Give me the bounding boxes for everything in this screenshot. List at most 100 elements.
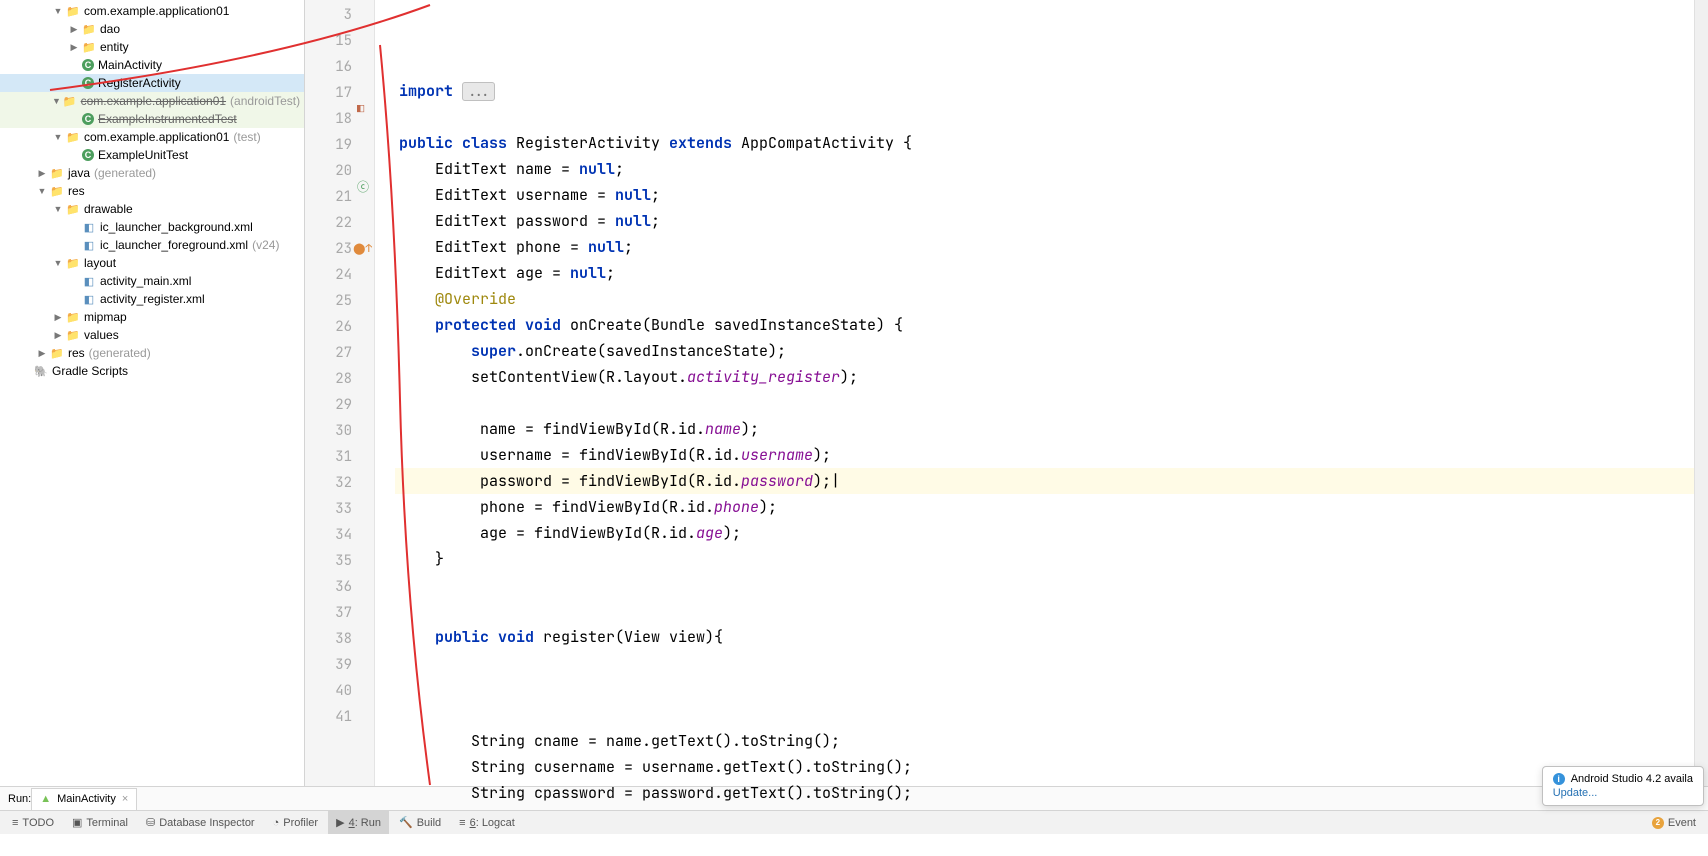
line-number[interactable]: 31 xyxy=(305,444,374,470)
statusbar-4--run[interactable]: ▶4: Run xyxy=(328,811,389,834)
code-line[interactable] xyxy=(395,676,1694,702)
chevron-down-icon[interactable] xyxy=(52,131,64,143)
tree-item-com-example-application01[interactable]: com.example.application01(test) xyxy=(0,128,304,146)
line-number[interactable]: 29 xyxy=(305,392,374,418)
tree-item-res[interactable]: res(generated) xyxy=(0,344,304,362)
code-line[interactable] xyxy=(395,104,1694,130)
line-number[interactable]: 25 xyxy=(305,288,374,314)
line-number[interactable]: 39 xyxy=(305,652,374,678)
tree-item-ic-launcher-foreground-xml[interactable]: ic_launcher_foreground.xml(v24) xyxy=(0,236,304,254)
class-icon[interactable]: ⓒ xyxy=(357,174,429,200)
code-line[interactable]: String cusername = username.getText().to… xyxy=(395,754,1694,780)
tree-item-dao[interactable]: dao xyxy=(0,20,304,38)
code-line[interactable]: EditText password = null; xyxy=(395,208,1694,234)
code-line[interactable]: String cpassword = password.getText().to… xyxy=(395,780,1694,806)
code-line[interactable]: password = findViewById(R.id.password); xyxy=(395,468,1694,494)
chevron-down-icon[interactable] xyxy=(52,203,64,215)
event-log-button[interactable]: 2 Event xyxy=(1644,811,1704,834)
code-line[interactable]: String cname = name.getText().toString()… xyxy=(395,728,1694,754)
line-number[interactable]: 28 xyxy=(305,366,374,392)
tree-item-layout[interactable]: layout xyxy=(0,254,304,272)
code-line[interactable] xyxy=(395,390,1694,416)
code-line[interactable]: } xyxy=(395,546,1694,572)
code-line[interactable] xyxy=(395,572,1694,598)
code-line[interactable]: public class RegisterActivity extends Ap… xyxy=(395,130,1694,156)
chevron-down-icon[interactable] xyxy=(52,95,61,107)
update-link[interactable]: Update... xyxy=(1553,787,1693,799)
chevron-right-icon[interactable] xyxy=(52,329,64,341)
code-line[interactable] xyxy=(395,650,1694,676)
statusbar-profiler[interactable]: ◔Profiler xyxy=(265,811,327,834)
code-line[interactable]: EditText age = null; xyxy=(395,260,1694,286)
tree-item-exampleinstrumentedtest[interactable]: ExampleInstrumentedTest xyxy=(0,110,304,128)
line-number[interactable]: 40 xyxy=(305,678,374,704)
code-line[interactable]: public void register(View view){ xyxy=(395,624,1694,650)
tree-item-mipmap[interactable]: mipmap xyxy=(0,308,304,326)
tree-item-exampleunittest[interactable]: ExampleUnitTest xyxy=(0,146,304,164)
chevron-right-icon[interactable] xyxy=(36,347,48,359)
statusbar-build[interactable]: 🔨Build xyxy=(391,811,449,834)
run-tab-main[interactable]: ▲ MainActivity × xyxy=(31,788,137,810)
line-number[interactable]: 32 xyxy=(305,470,374,496)
code-line[interactable]: EditText phone = null; xyxy=(395,234,1694,260)
line-number[interactable]: 38 xyxy=(305,626,374,652)
code-line[interactable]: setContentView(R.layout.activity_registe… xyxy=(395,364,1694,390)
tree-item-values[interactable]: values xyxy=(0,326,304,344)
line-number[interactable]: 26 xyxy=(305,314,374,340)
line-number[interactable]: 36 xyxy=(305,574,374,600)
line-number[interactable]: 37 xyxy=(305,600,374,626)
chevron-right-icon[interactable] xyxy=(68,23,80,35)
tree-item-activity-register-xml[interactable]: activity_register.xml xyxy=(0,290,304,308)
statusbar-database-inspector[interactable]: ⛁Database Inspector xyxy=(138,811,263,834)
line-number[interactable]: 24 xyxy=(305,262,374,288)
tree-item-java[interactable]: java(generated) xyxy=(0,164,304,182)
code-line[interactable]: EditText name = null; xyxy=(395,156,1694,182)
tree-item-com-example-application01[interactable]: com.example.application01(androidTest) xyxy=(0,92,304,110)
tree-item-res[interactable]: res xyxy=(0,182,304,200)
code-editor[interactable]: 3151617181920212223⬤↑2425262728293031323… xyxy=(305,0,1708,786)
tree-item-registeractivity[interactable]: RegisterActivity xyxy=(0,74,304,92)
chevron-down-icon[interactable] xyxy=(52,257,64,269)
tree-item-entity[interactable]: entity xyxy=(0,38,304,56)
tree-item-com-example-application01[interactable]: com.example.application01 xyxy=(0,2,304,20)
line-number[interactable]: 30 xyxy=(305,418,374,444)
code-line[interactable]: import ... xyxy=(395,78,1694,104)
line-number[interactable]: 3 xyxy=(305,2,374,28)
line-number[interactable]: 33 xyxy=(305,496,374,522)
code-area[interactable]: ◧ ⓒ import ...public class RegisterActiv… xyxy=(375,0,1694,786)
code-line[interactable] xyxy=(395,702,1694,728)
chevron-right-icon[interactable] xyxy=(68,41,80,53)
statusbar-terminal[interactable]: ▣Terminal xyxy=(64,811,136,834)
line-number[interactable]: 41 xyxy=(305,704,374,730)
code-line[interactable]: super.onCreate(savedInstanceState); xyxy=(395,338,1694,364)
code-line[interactable]: phone = findViewById(R.id.phone); xyxy=(395,494,1694,520)
tree-item-mainactivity[interactable]: MainActivity xyxy=(0,56,304,74)
tree-label: ic_launcher_foreground.xml xyxy=(100,238,248,252)
line-number[interactable]: 34 xyxy=(305,522,374,548)
code-line[interactable]: @Override xyxy=(395,286,1694,312)
statusbar-6--logcat[interactable]: ≡6: Logcat xyxy=(451,811,523,834)
tree-label: ic_launcher_background.xml xyxy=(100,220,253,234)
code-line[interactable]: username = findViewById(R.id.username); xyxy=(395,442,1694,468)
editor-scrollbar[interactable] xyxy=(1694,0,1708,786)
code-line[interactable] xyxy=(395,598,1694,624)
chevron-down-icon[interactable] xyxy=(36,185,48,197)
line-number[interactable]: 27 xyxy=(305,340,374,366)
chevron-down-icon[interactable] xyxy=(52,5,64,17)
code-line[interactable]: name = findViewById(R.id.name); xyxy=(395,416,1694,442)
code-line[interactable]: protected void onCreate(Bundle savedInst… xyxy=(395,312,1694,338)
tree-item-gradle-scripts[interactable]: Gradle Scripts xyxy=(0,362,304,380)
line-number[interactable]: 35 xyxy=(305,548,374,574)
tree-item-ic-launcher-background-xml[interactable]: ic_launcher_background.xml xyxy=(0,218,304,236)
chevron-right-icon[interactable] xyxy=(36,167,48,179)
code-line[interactable]: age = findViewById(R.id.age); xyxy=(395,520,1694,546)
chevron-right-icon[interactable] xyxy=(52,311,64,323)
tree-item-drawable[interactable]: drawable xyxy=(0,200,304,218)
related-file-icon[interactable]: ◧ xyxy=(357,96,429,122)
close-icon[interactable]: × xyxy=(122,793,128,805)
update-notification[interactable]: i Android Studio 4.2 availa Update... xyxy=(1542,766,1704,806)
code-line[interactable]: EditText username = null; xyxy=(395,182,1694,208)
tree-item-activity-main-xml[interactable]: activity_main.xml xyxy=(0,272,304,290)
project-tree[interactable]: com.example.application01daoentityMainAc… xyxy=(0,0,305,786)
statusbar-todo[interactable]: ≡TODO xyxy=(4,811,62,834)
